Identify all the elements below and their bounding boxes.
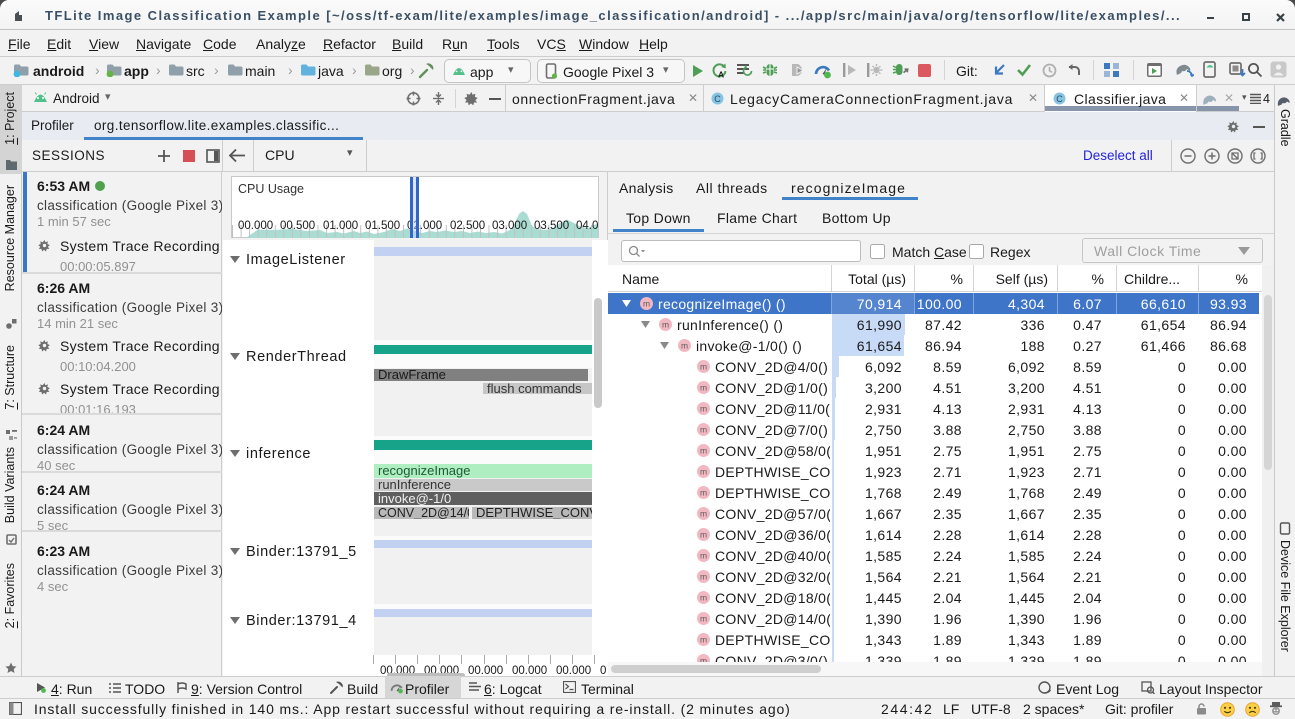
svg-text:m: m [700, 551, 707, 561]
svg-text:A: A [718, 70, 724, 80]
svg-text:m: m [700, 572, 707, 582]
svg-text:m: m [700, 425, 707, 435]
svg-text:m: m [700, 488, 707, 498]
svg-text:C: C [1056, 94, 1063, 104]
svg-text:m: m [700, 404, 707, 414]
svg-text:m: m [700, 509, 707, 519]
svg-text:m: m [700, 593, 707, 603]
svg-text:m: m [700, 446, 707, 456]
svg-text:m: m [700, 383, 707, 393]
svg-text:m: m [643, 299, 650, 309]
svg-text:m: m [700, 635, 707, 645]
svg-text:m: m [700, 467, 707, 477]
svg-text:m: m [700, 614, 707, 624]
svg-text:m: m [662, 320, 669, 330]
svg-text:m: m [700, 362, 707, 372]
svg-text:m: m [681, 341, 688, 351]
svg-text:C: C [714, 94, 721, 104]
svg-text:m: m [700, 530, 707, 540]
